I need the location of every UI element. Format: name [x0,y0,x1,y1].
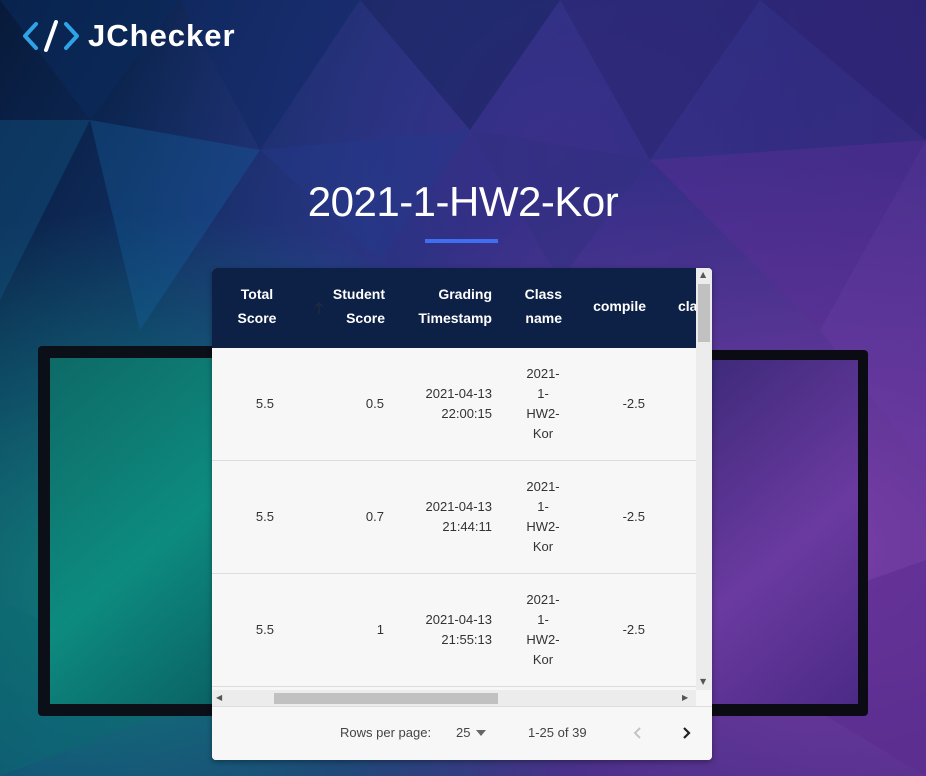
scroll-down-arrow-icon[interactable]: ▼ [700,678,708,686]
table-viewport[interactable]: Total Score Student Score Grading Timest… [212,268,696,690]
cell-class-name: 2021- 1- HW2- Kor [526,366,560,441]
next-page-button[interactable] [674,721,698,745]
column-header-total-score[interactable]: Total Score [232,282,282,330]
cell-class-name: 2021- 1- HW2- Kor [526,479,560,554]
vertical-scroll-thumb[interactable] [698,284,710,342]
app-logo[interactable]: JChecker [20,16,236,56]
rows-per-page-label: Rows per page: [340,725,432,740]
chevron-down-icon [476,729,487,736]
column-header-next[interactable]: cla [678,294,696,318]
rows-per-page-select[interactable]: 25 [456,725,487,740]
scroll-left-arrow-icon[interactable]: ◀ [216,694,224,702]
cell-student-score: 1 [376,622,384,637]
cell-compile: -2.5 [622,622,645,637]
cell-total-score: 5.5 [255,509,274,524]
pagination-footer: Rows per page: 25 1-25 of 39 [212,706,712,760]
column-header-grading-timestamp[interactable]: Grading Timestamp [408,282,492,330]
page-title: 2021-1-HW2-Kor [307,178,619,225]
rows-per-page-value: 25 [456,725,471,740]
pagination-range: 1-25 of 39 [528,725,587,740]
cell-grading-timestamp: 2021-04-13 21:44:11 [425,499,493,534]
scroll-right-arrow-icon[interactable]: ▶ [682,694,690,702]
column-header-student-score[interactable]: Student Score [324,282,385,330]
horizontal-scrollbar[interactable]: ◀ ▶ [212,690,696,706]
cell-grading-timestamp: 2021-04-13 21:55:13 [425,612,493,647]
cell-compile: -2.5 [622,396,645,411]
column-header-compile[interactable]: compile [582,294,646,318]
table-row[interactable]: 5.5 1 2021-04-13 21:55:13 2021- 1- HW2- … [212,574,696,687]
cell-compile: -2.5 [622,509,645,524]
title-underline [425,239,498,243]
horizontal-scroll-thumb[interactable] [274,693,498,704]
column-header-class-name[interactable]: Class name [512,282,562,330]
scroll-up-arrow-icon[interactable]: ▲ [700,271,708,279]
table-header: Total Score Student Score Grading Timest… [212,268,696,348]
cell-total-score: 5.5 [255,622,274,637]
table-row[interactable]: 5.5 0.5 2021-04-13 22:00:15 2021- 1- HW2… [212,348,696,461]
background-monitor-right [706,350,868,716]
cell-grading-timestamp: 2021-04-13 22:00:15 [425,386,493,421]
app-name: JChecker [88,18,236,53]
previous-page-button[interactable] [626,721,650,745]
sort-arrow-up-icon[interactable] [314,301,324,315]
results-table-card: Total Score Student Score Grading Timest… [212,268,712,760]
cell-student-score: 0.5 [365,396,384,411]
chevron-left-icon [633,727,641,739]
code-brackets-icon [23,20,79,52]
vertical-scrollbar[interactable]: ▲ ▼ [696,268,712,690]
background-monitor-left [38,346,238,716]
table-row[interactable]: 5.5 0.7 2021-04-13 21:44:11 2021- 1- HW2… [212,461,696,574]
chevron-right-icon [683,727,691,739]
cell-class-name: 2021- 1- HW2- Kor [526,592,560,667]
cell-total-score: 5.5 [255,396,274,411]
cell-student-score: 0.7 [365,509,384,524]
